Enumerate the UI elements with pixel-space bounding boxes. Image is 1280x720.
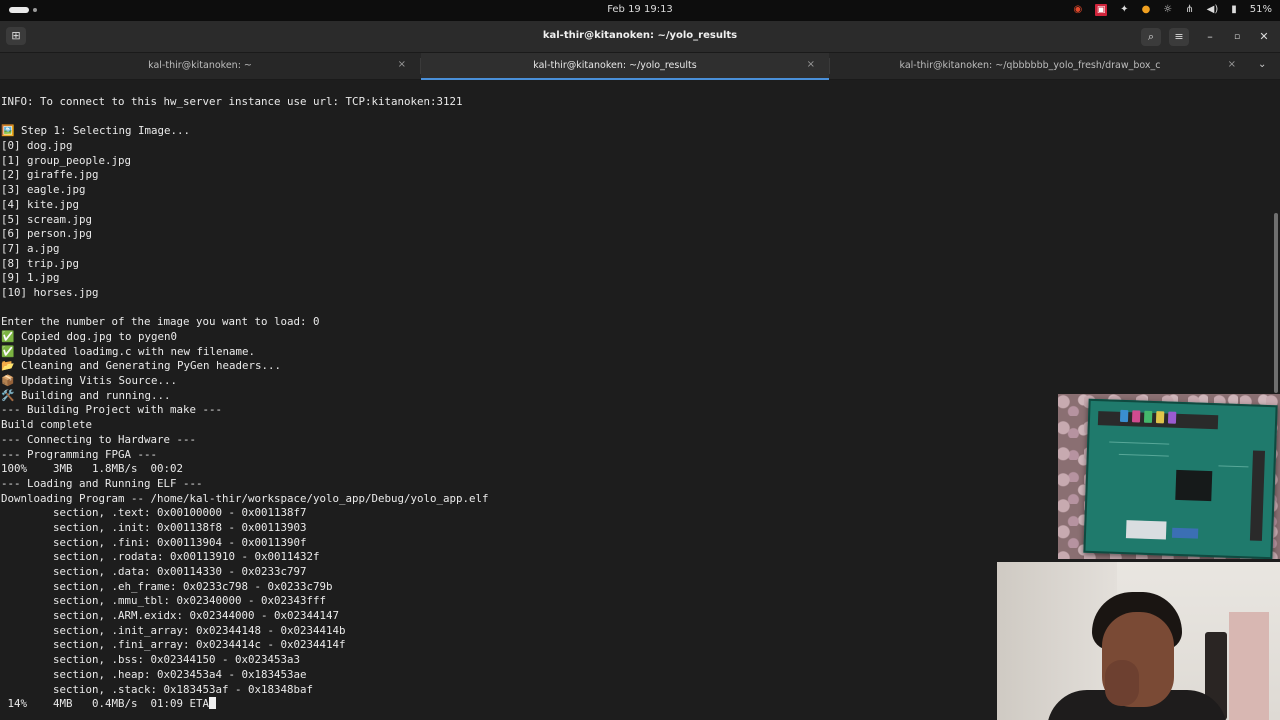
webcam-feed — [997, 562, 1280, 720]
search-button[interactable]: ⌕ — [1141, 28, 1161, 46]
person-hand — [1105, 660, 1139, 706]
terminal-line: section, .stack: 0x183453af - 0x18348baf — [1, 682, 314, 696]
terminal-line: INFO: To connect to this hw_server insta… — [1, 95, 463, 108]
close-tab-icon[interactable]: × — [807, 59, 815, 70]
terminal-lines: INFO: To connect to this hw_server insta… — [1, 95, 489, 712]
tab-home[interactable]: kal-thir@kitanoken: ~ × — [0, 53, 420, 79]
accessibility-icon[interactable]: ✦ — [1120, 3, 1128, 17]
terminal-line: --- Loading and Running ELF --- — [1, 476, 203, 490]
terminal-line: ✅ Updated loadimg.c with new filename. — [1, 344, 255, 358]
fpga-chip — [1175, 469, 1213, 502]
board-trace — [1118, 453, 1169, 457]
terminal-line: [0] dog.jpg — [1, 139, 73, 153]
terminal-line: section, .init: 0x001138f8 - 0x00113903 — [1, 520, 307, 534]
mic-icon[interactable]: ● — [1142, 3, 1151, 17]
terminal-line: --- Programming FPGA --- — [1, 447, 158, 461]
terminal-line: section, .text: 0x00100000 - 0x001138f7 — [1, 506, 307, 520]
scrollbar-thumb[interactable] — [1274, 213, 1278, 393]
system-tray[interactable]: ◉ ▣ ✦ ● ☼ ⋔ ◀) ▮ 51% — [1073, 3, 1272, 17]
tab-label: kal-thir@kitanoken: ~/qbbbbbb_yolo_fresh… — [899, 60, 1161, 71]
minimize-button[interactable]: – — [1200, 28, 1220, 46]
battery-percentage: 51% — [1249, 4, 1272, 15]
red-app-icon[interactable]: ▣ — [1095, 4, 1108, 16]
pmod-connector — [1249, 450, 1266, 541]
terminal-line: [6] person.jpg — [1, 227, 93, 241]
close-tab-icon[interactable]: × — [1228, 59, 1236, 70]
terminal-line: 📂 Cleaning and Generating PyGen headers.… — [1, 359, 281, 373]
header-pin — [1167, 411, 1177, 424]
terminal-line: section, .bss: 0x02344150 - 0x023453a3 — [1, 653, 301, 667]
terminal-line: section, .init_array: 0x02344148 - 0x023… — [1, 623, 346, 637]
close-tab-icon[interactable]: × — [398, 59, 406, 70]
white-port — [1125, 520, 1167, 540]
towel — [1229, 612, 1269, 720]
terminal-line: [7] a.jpg — [1, 241, 60, 255]
maximize-button[interactable]: ▫ — [1227, 28, 1247, 46]
blue-connector — [1171, 527, 1199, 539]
progress-text: 14% 4MB 0.4MB/s 01:09 ETA — [1, 697, 210, 711]
close-window-button[interactable]: ✕ — [1254, 28, 1274, 46]
tab-label: kal-thir@kitanoken: ~ — [148, 60, 252, 71]
terminal-line: 🛠️ Building and running... — [1, 388, 171, 402]
terminal-line: --- Building Project with make --- — [1, 403, 223, 417]
terminal-line: Enter the number of the image you want t… — [1, 315, 320, 329]
progress-line: 14% 4MB 0.4MB/s 01:09 ETA — [1, 697, 489, 712]
terminal-line: Build complete — [1, 418, 93, 432]
tab-bar: kal-thir@kitanoken: ~ × kal-thir@kitanok… — [0, 53, 1280, 80]
terminal-line: section, .fini_array: 0x0234414c - 0x023… — [1, 638, 346, 652]
terminal-line: section, .mmu_tbl: 0x02340000 - 0x02343f… — [1, 594, 327, 608]
terminal-line: section, .fini: 0x00113904 - 0x0011390f — [1, 535, 307, 549]
header-pin — [1143, 410, 1153, 423]
network-icon[interactable]: ⋔ — [1185, 3, 1193, 17]
terminal-line: [2] giraffe.jpg — [1, 168, 99, 182]
header-pin — [1131, 410, 1141, 423]
terminal-cursor — [209, 697, 217, 710]
header-pin — [1155, 411, 1165, 424]
terminal-line: 📦 Updating Vitis Source... — [1, 374, 177, 388]
window-title: kal-thir@kitanoken: ~/yolo_results — [542, 30, 738, 41]
hamburger-menu-button[interactable]: ≡ — [1169, 28, 1189, 46]
terminal-line: [8] trip.jpg — [1, 256, 80, 270]
terminal-line: [1] group_people.jpg — [1, 153, 132, 167]
volume-icon[interactable]: ◀) — [1207, 3, 1219, 17]
terminal-line: [9] 1.jpg — [1, 271, 60, 285]
tabs-overflow-chevron-icon[interactable]: ⌄ — [1258, 59, 1266, 70]
terminal-line: [4] kite.jpg — [1, 197, 80, 211]
battery-icon[interactable]: ▮ — [1231, 3, 1237, 17]
terminal-line: 100% 3MB 1.8MB/s 00:02 — [1, 462, 184, 476]
fpga-board-photo — [1058, 394, 1280, 559]
terminal-line: section, .eh_frame: 0x0233c798 - 0x0233c… — [1, 579, 333, 593]
tab-draw-box[interactable]: kal-thir@kitanoken: ~/qbbbbbb_yolo_fresh… — [830, 53, 1250, 79]
board-trace — [1109, 441, 1170, 445]
ubuntu-icon[interactable]: ◉ — [1073, 3, 1082, 17]
board-trace — [1218, 465, 1249, 468]
terminal-line: section, .heap: 0x023453a4 - 0x183453ae — [1, 667, 307, 681]
terminal-line: section, .rodata: 0x00113910 - 0x0011432… — [1, 550, 320, 564]
brightness-icon[interactable]: ☼ — [1163, 3, 1172, 17]
terminal-line: --- Connecting to Hardware --- — [1, 432, 197, 446]
terminal-line: ✅ Copied dog.jpg to pygen0 — [1, 330, 177, 343]
fpga-board — [1083, 398, 1278, 559]
tab-yolo-results[interactable]: kal-thir@kitanoken: ~/yolo_results × — [421, 53, 829, 80]
terminal-line: Downloading Program -- /home/kal-thir/wo… — [1, 491, 489, 505]
terminal-line: [10] horses.jpg — [1, 285, 99, 299]
system-top-bar: Feb 19 19:13 ◉ ▣ ✦ ● ☼ ⋔ ◀) ▮ 51% — [0, 0, 1280, 21]
header-pin — [1119, 409, 1129, 423]
terminal-line: [5] scream.jpg — [1, 212, 93, 226]
terminal-line: [3] eagle.jpg — [1, 183, 86, 197]
tab-label: kal-thir@kitanoken: ~/yolo_results — [533, 60, 697, 71]
terminal-line: section, .data: 0x00114330 - 0x0233c797 — [1, 565, 307, 578]
terminal-title-bar[interactable]: ⊞ kal-thir@kitanoken: ~/yolo_results ⌕ ≡… — [0, 21, 1280, 53]
terminal-line: section, .ARM.exidx: 0x02344000 - 0x0234… — [1, 609, 340, 623]
terminal-line: 🖼️ Step 1: Selecting Image... — [1, 124, 190, 138]
